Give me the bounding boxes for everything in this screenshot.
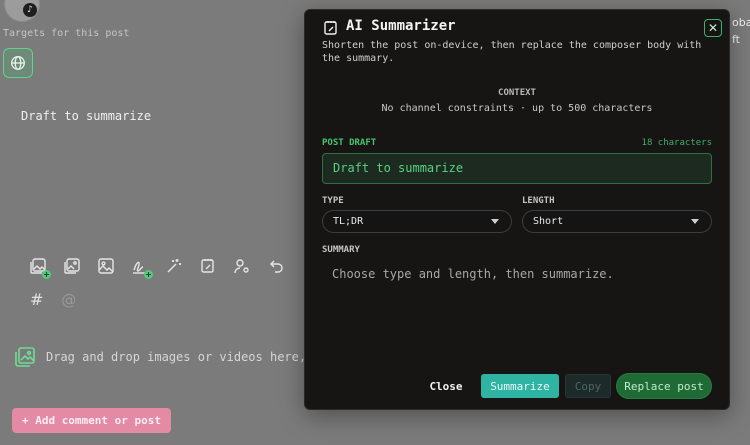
drop-zone[interactable]: Drag and drop images or videos here, or: [13, 345, 328, 369]
type-selected-value: TL;DR: [333, 216, 364, 227]
summary-label: SUMMARY: [322, 245, 360, 255]
type-label: TYPE: [322, 196, 344, 206]
note-edit-icon: [324, 21, 337, 35]
composer-toolbar: + +: [28, 256, 286, 279]
globe-icon: [11, 56, 25, 70]
add-media-button[interactable]: +: [28, 256, 51, 279]
post-draft-label: POST DRAFT: [322, 138, 377, 148]
character-count: 18 characters: [641, 138, 712, 148]
gallery-icon: [64, 258, 80, 274]
length-label: LENGTH: [522, 196, 555, 206]
post-draft-field[interactable]: Draft to summarize: [322, 153, 712, 184]
magic-wand-icon: [167, 259, 181, 273]
modal-title: AI Summarizer: [346, 18, 456, 34]
user-settings-button[interactable]: [232, 256, 252, 276]
length-select[interactable]: Short: [522, 210, 712, 233]
signature-button[interactable]: +: [130, 256, 153, 279]
summary-output[interactable]: Choose type and length, then summarize.: [332, 267, 614, 281]
tiktok-icon: ♪: [23, 3, 37, 17]
ai-summarizer-modal: AI Summarizer ✕ Shorten the post on-devi…: [304, 9, 730, 410]
image-upload-icon: [15, 347, 35, 367]
mention-button[interactable]: @: [61, 291, 76, 309]
modal-subtitle: Shorten the post on-device, then replace…: [322, 40, 702, 64]
composer-draft-text[interactable]: Draft to summarize: [21, 109, 151, 123]
image-button[interactable]: [96, 256, 116, 276]
composer-toolbar-secondary: # @: [30, 290, 76, 309]
type-select[interactable]: TL;DR: [322, 210, 512, 233]
copy-button[interactable]: Copy: [565, 374, 611, 398]
summarize-button[interactable]: Summarize: [481, 374, 559, 398]
context-text: No channel constraints · up to 500 chara…: [381, 103, 653, 114]
add-comment-button[interactable]: + Add comment or post: [12, 408, 171, 433]
ai-summarizer-button[interactable]: [198, 256, 218, 276]
undo-button[interactable]: [266, 256, 286, 276]
chevron-down-icon: [691, 219, 699, 224]
note-edit-icon: [201, 259, 214, 273]
magic-wand-button[interactable]: [164, 256, 184, 276]
chevron-down-icon: [491, 219, 499, 224]
right-edge-text-line: ft: [732, 33, 740, 46]
targets-label: Targets for this post: [3, 28, 130, 39]
close-button[interactable]: Close: [421, 374, 471, 398]
length-selected-value: Short: [533, 216, 564, 227]
gallery-button[interactable]: [62, 256, 82, 276]
drop-zone-text: Drag and drop images or videos here, or: [46, 350, 328, 364]
globe-target-button[interactable]: [3, 48, 33, 78]
background-right-edge-text: obal ft: [732, 14, 750, 48]
plus-badge-icon: +: [42, 270, 51, 279]
image-icon: [98, 258, 114, 274]
plus-badge-icon: +: [144, 270, 153, 279]
undo-icon: [270, 260, 283, 273]
replace-post-button[interactable]: Replace post: [616, 373, 712, 399]
hashtag-button[interactable]: #: [30, 290, 43, 309]
close-icon[interactable]: ✕: [704, 19, 722, 37]
context-label: CONTEXT: [498, 88, 536, 98]
user-gear-icon: [234, 259, 249, 274]
right-edge-text-line: obal: [732, 16, 750, 29]
